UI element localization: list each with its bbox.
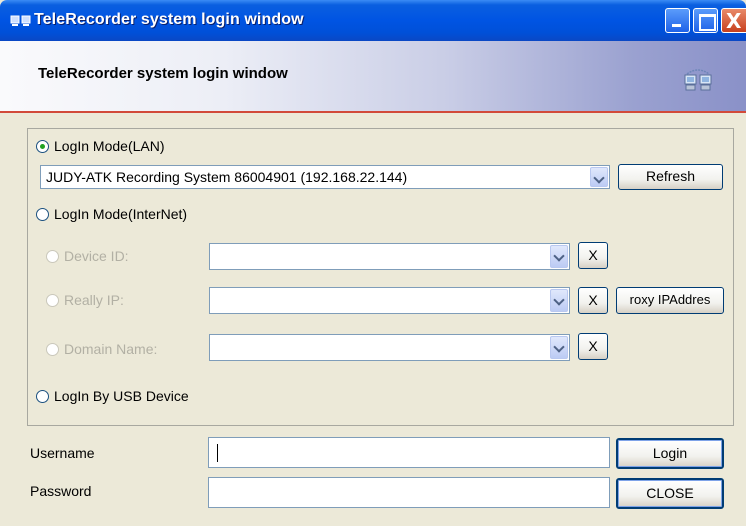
password-label: Password [30, 483, 92, 499]
radio-dot[interactable] [36, 207, 49, 221]
really-ip-clear-button[interactable]: X [578, 287, 608, 314]
login-usb-label: LogIn By USB Device [54, 388, 189, 404]
maximize-button[interactable] [693, 8, 718, 33]
radio-dot[interactable] [46, 293, 59, 307]
close-button[interactable]: CLOSE [616, 478, 724, 509]
device-id-label: Device ID: [64, 248, 129, 264]
refresh-button[interactable]: Refresh [618, 164, 723, 190]
login-button[interactable]: Login [616, 438, 724, 469]
minimize-button[interactable] [665, 8, 690, 33]
lan-device-value: JUDY-ATK Recording System 86004901 (192.… [46, 169, 408, 185]
title-bar[interactable]: TeleRecorder system login window X [0, 0, 746, 41]
really-ip-radio[interactable]: Really IP: [46, 292, 124, 308]
radio-dot[interactable] [36, 139, 49, 153]
header-banner: TeleRecorder system login window [0, 41, 746, 113]
domain-name-label: Domain Name: [64, 341, 158, 357]
radio-dot[interactable] [36, 389, 49, 403]
really-ip-label: Really IP: [64, 292, 124, 308]
login-mode-lan-label: LogIn Mode(LAN) [54, 138, 165, 154]
radio-dot[interactable] [46, 342, 59, 356]
close-window-button[interactable]: X [721, 8, 746, 33]
device-id-select[interactable] [209, 243, 570, 270]
login-mode-lan-radio[interactable]: LogIn Mode(LAN) [36, 138, 165, 154]
text-caret [217, 444, 218, 462]
device-id-radio[interactable]: Device ID: [46, 248, 129, 264]
chevron-down-icon[interactable] [550, 245, 568, 268]
login-mode-internet-radio[interactable]: LogIn Mode(InterNet) [36, 206, 187, 222]
username-label: Username [30, 445, 95, 461]
app-icon [10, 15, 31, 26]
close-icon: X [726, 9, 742, 33]
domain-name-clear-button[interactable]: X [578, 333, 608, 360]
login-usb-radio[interactable]: LogIn By USB Device [36, 388, 189, 404]
radio-dot[interactable] [46, 249, 59, 263]
window-title: TeleRecorder system login window [34, 11, 304, 28]
chevron-down-icon[interactable] [550, 289, 568, 312]
username-field[interactable] [208, 437, 610, 468]
device-id-clear-button[interactable]: X [578, 242, 608, 269]
chevron-down-icon[interactable] [550, 336, 568, 359]
network-computers-icon [684, 69, 712, 91]
proxy-ip-address-button[interactable]: roxy IPAddres [616, 287, 724, 314]
password-field[interactable] [208, 477, 610, 508]
domain-name-select[interactable] [209, 334, 570, 361]
banner-title: TeleRecorder system login window [38, 65, 288, 82]
domain-name-radio[interactable]: Domain Name: [46, 341, 157, 357]
really-ip-select[interactable] [209, 287, 570, 314]
lan-device-select[interactable]: JUDY-ATK Recording System 86004901 (192.… [40, 165, 610, 189]
login-mode-internet-label: LogIn Mode(InterNet) [54, 206, 188, 222]
chevron-down-icon[interactable] [590, 167, 608, 187]
